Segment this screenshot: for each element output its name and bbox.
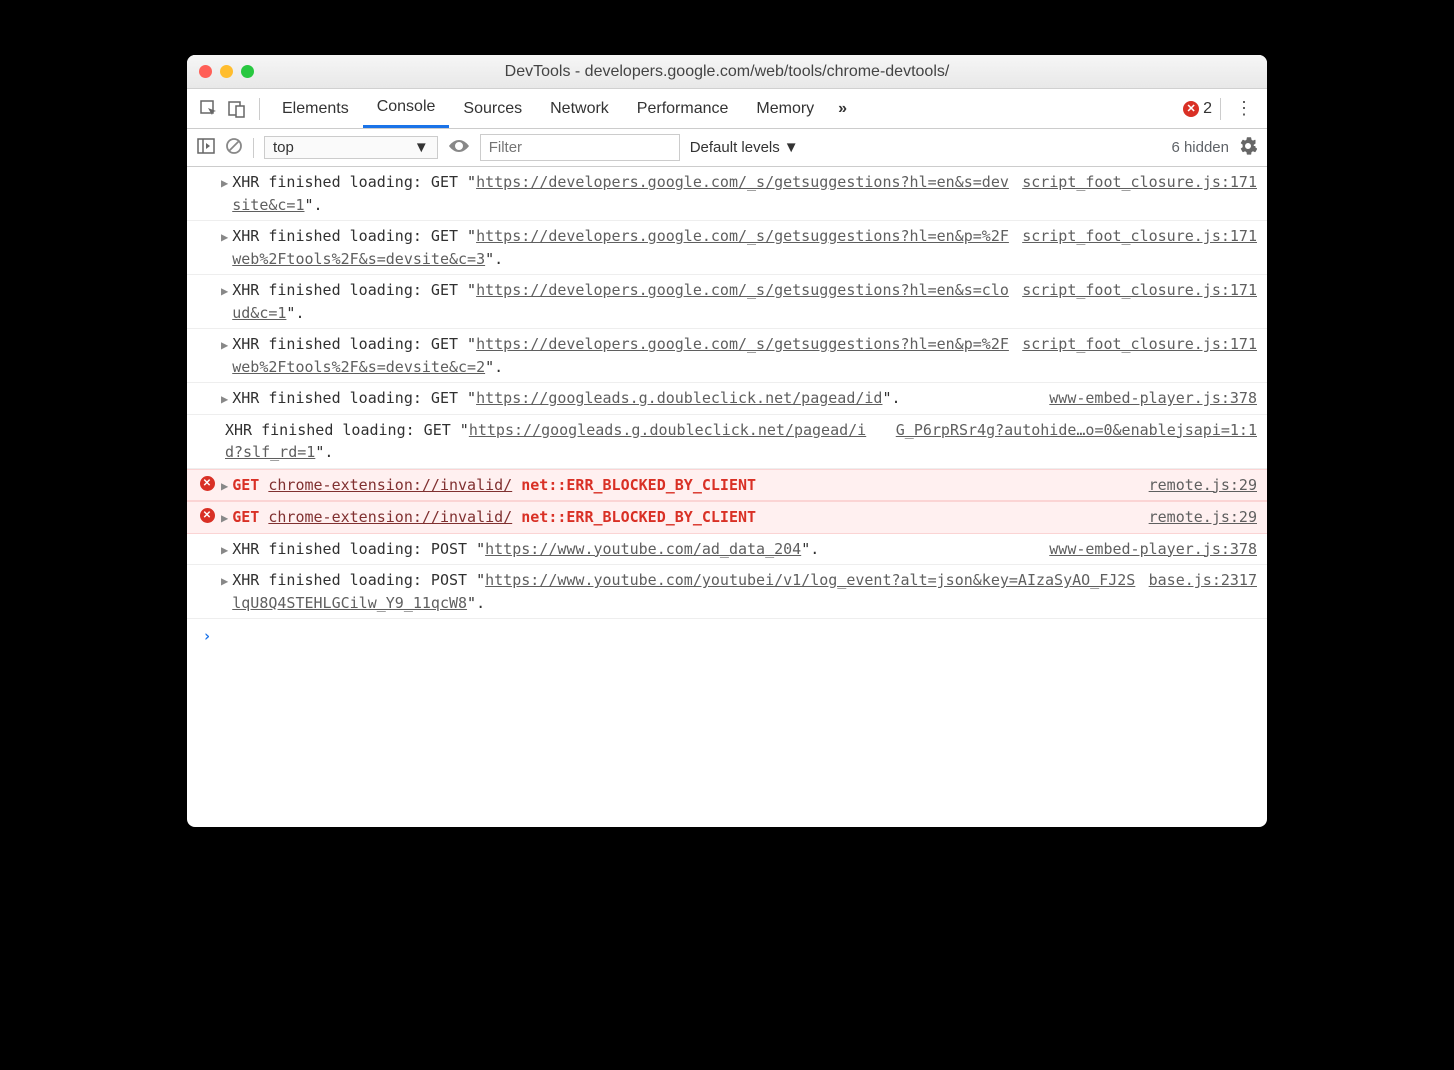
console-message: GET chrome-extension://invalid/ net::ERR… — [232, 506, 1136, 529]
error-icon: ✕ — [200, 476, 215, 491]
disclosure-icon[interactable]: ▶ — [221, 506, 228, 529]
console-row: XHR finished loading: GET "https://googl… — [187, 415, 1267, 469]
clear-console-icon[interactable] — [225, 137, 243, 159]
disclosure-icon[interactable]: ▶ — [221, 387, 228, 410]
context-value: top — [273, 139, 294, 156]
devtools-window: DevTools - developers.google.com/web/too… — [187, 55, 1267, 827]
tab-network[interactable]: Network — [536, 89, 623, 128]
traffic-lights — [199, 65, 254, 78]
hidden-count[interactable]: 6 hidden — [1171, 139, 1229, 156]
log-levels-selector[interactable]: Default levels ▼ — [690, 139, 799, 156]
more-tabs-icon[interactable]: » — [838, 100, 847, 118]
source-link[interactable]: remote.js:29 — [1149, 506, 1257, 529]
dropdown-icon: ▼ — [784, 139, 799, 156]
disclosure-icon[interactable]: ▶ — [221, 279, 228, 324]
console-row: ✕ ▶GET chrome-extension://invalid/ net::E… — [187, 501, 1267, 534]
console-message: XHR finished loading: GET "https://devel… — [232, 333, 1010, 378]
tab-performance[interactable]: Performance — [623, 89, 743, 128]
dropdown-icon: ▼ — [414, 139, 429, 156]
close-icon[interactable] — [199, 65, 212, 78]
disclosure-icon[interactable]: ▶ — [221, 171, 228, 216]
console-message: XHR finished loading: GET "https://googl… — [225, 419, 884, 464]
settings-icon[interactable] — [1239, 137, 1257, 159]
tab-memory[interactable]: Memory — [742, 89, 828, 128]
source-link[interactable]: G_P6rpRSr4g?autohide…o=0&enablejsapi=1:1 — [896, 419, 1257, 442]
inspect-icon[interactable] — [195, 95, 223, 123]
device-toolbar-icon[interactable] — [223, 95, 251, 123]
disclosure-icon[interactable]: ▶ — [221, 333, 228, 378]
console-message: XHR finished loading: GET "https://devel… — [232, 171, 1010, 216]
console-row: ▶XHR finished loading: GET "https://deve… — [187, 329, 1267, 383]
console-message: GET chrome-extension://invalid/ net::ERR… — [232, 474, 1136, 497]
menu-icon[interactable]: ⋮ — [1229, 98, 1259, 119]
minimize-icon[interactable] — [220, 65, 233, 78]
console-row: ▶XHR finished loading: POST "https://www… — [187, 565, 1267, 619]
console-row: ▶XHR finished loading: GET "https://deve… — [187, 275, 1267, 329]
error-badge[interactable]: ✕ 2 — [1183, 100, 1212, 118]
console-row: ▶XHR finished loading: GET "https://deve… — [187, 221, 1267, 275]
console-output: ▶XHR finished loading: GET "https://deve… — [187, 167, 1267, 827]
console-message: XHR finished loading: POST "https://www.… — [232, 538, 1037, 561]
sidebar-toggle-icon[interactable] — [197, 138, 215, 158]
zoom-icon[interactable] — [241, 65, 254, 78]
panel-tabs: ElementsConsoleSourcesNetworkPerformance… — [187, 89, 1267, 129]
console-prompt[interactable]: › — [187, 619, 1267, 654]
source-link[interactable]: script_foot_closure.js:171 — [1022, 333, 1257, 356]
source-link[interactable]: remote.js:29 — [1149, 474, 1257, 497]
titlebar: DevTools - developers.google.com/web/too… — [187, 55, 1267, 89]
context-selector[interactable]: top ▼ — [264, 136, 438, 159]
error-icon: ✕ — [1183, 101, 1199, 117]
live-expression-icon[interactable] — [448, 138, 470, 158]
source-link[interactable]: www-embed-player.js:378 — [1049, 538, 1257, 561]
console-row: ▶XHR finished loading: POST "https://www… — [187, 534, 1267, 566]
error-count: 2 — [1203, 100, 1212, 118]
tab-sources[interactable]: Sources — [449, 89, 536, 128]
prompt-icon: › — [193, 625, 221, 648]
console-row: ▶XHR finished loading: GET "https://goog… — [187, 383, 1267, 415]
window-title: DevTools - developers.google.com/web/too… — [187, 63, 1267, 81]
console-message: XHR finished loading: GET "https://devel… — [232, 225, 1010, 270]
source-link[interactable]: base.js:2317 — [1149, 569, 1257, 592]
disclosure-icon[interactable]: ▶ — [221, 538, 228, 561]
console-message: XHR finished loading: POST "https://www.… — [232, 569, 1136, 614]
source-link[interactable]: www-embed-player.js:378 — [1049, 387, 1257, 410]
disclosure-icon[interactable]: ▶ — [221, 569, 228, 614]
console-message: XHR finished loading: GET "https://googl… — [232, 387, 1037, 410]
console-row: ▶XHR finished loading: GET "https://deve… — [187, 167, 1267, 221]
source-link[interactable]: script_foot_closure.js:171 — [1022, 225, 1257, 248]
tab-console[interactable]: Console — [363, 89, 450, 128]
source-link[interactable]: script_foot_closure.js:171 — [1022, 171, 1257, 194]
console-message: XHR finished loading: GET "https://devel… — [232, 279, 1010, 324]
console-toolbar: top ▼ Default levels ▼ 6 hidden — [187, 129, 1267, 167]
levels-label: Default levels — [690, 139, 780, 156]
disclosure-icon[interactable]: ▶ — [221, 474, 228, 497]
disclosure-icon[interactable]: ▶ — [221, 225, 228, 270]
console-row: ✕ ▶GET chrome-extension://invalid/ net::E… — [187, 469, 1267, 502]
filter-input[interactable] — [480, 134, 680, 161]
tab-elements[interactable]: Elements — [268, 89, 363, 128]
error-icon: ✕ — [200, 508, 215, 523]
source-link[interactable]: script_foot_closure.js:171 — [1022, 279, 1257, 302]
